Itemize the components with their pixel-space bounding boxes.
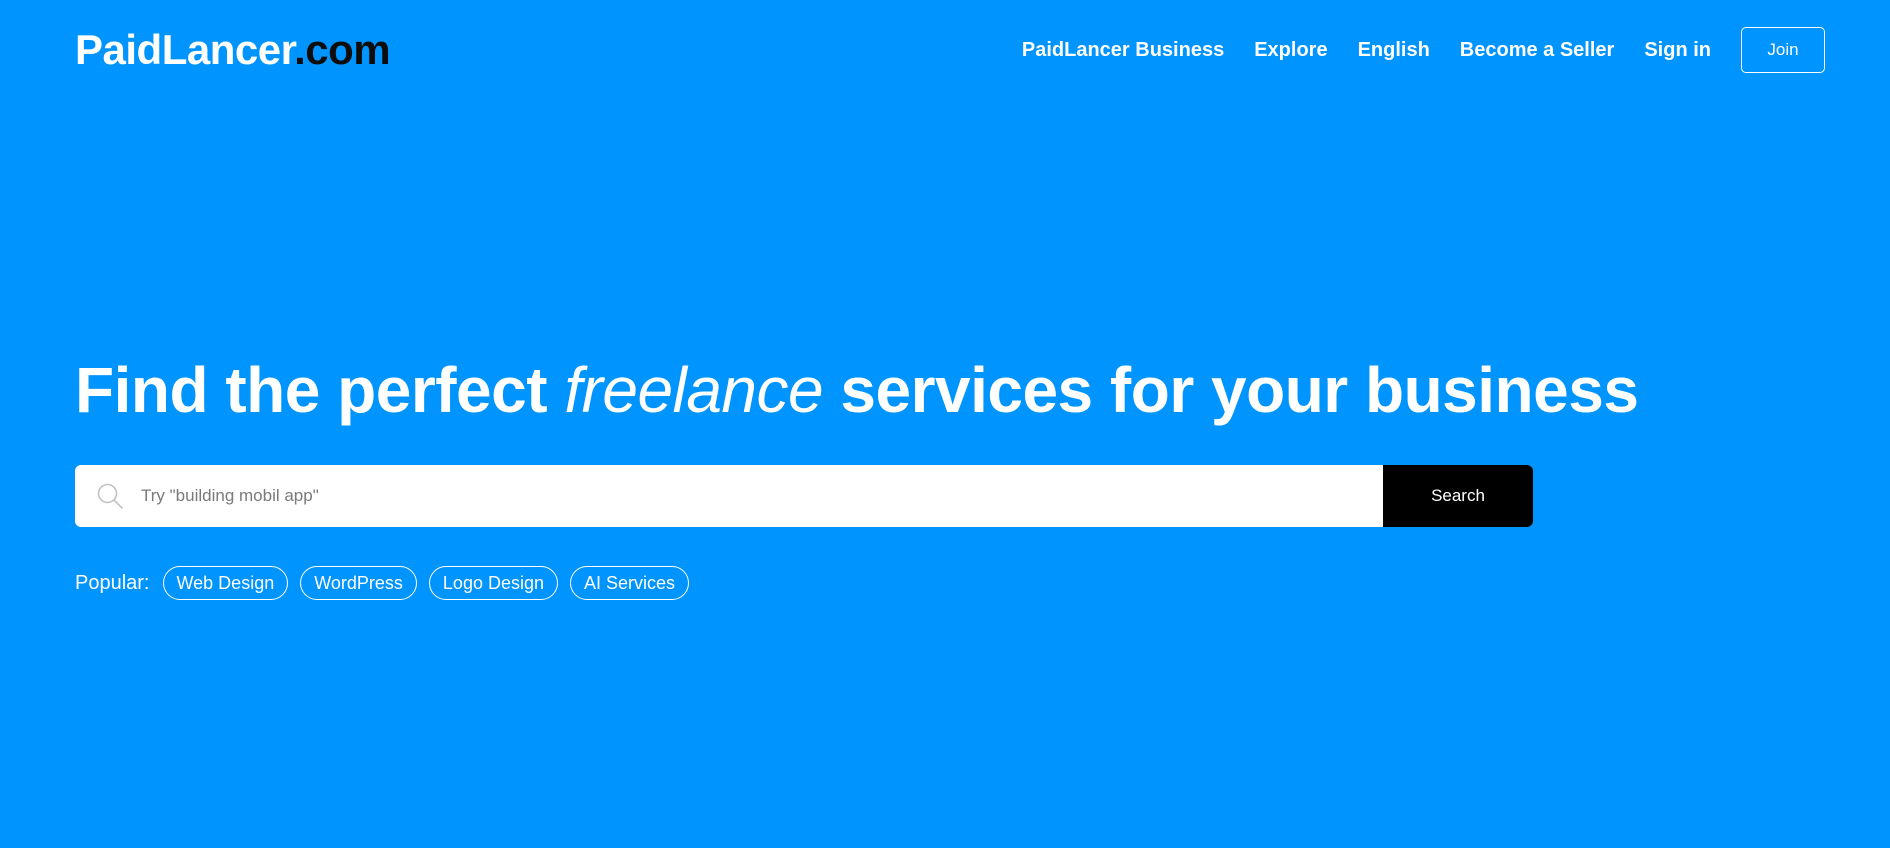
popular-tag-wordpress[interactable]: WordPress: [300, 566, 417, 600]
join-button[interactable]: Join: [1741, 27, 1825, 73]
hero-title-emphasis: freelance: [564, 354, 824, 426]
landing-page: PaidLancer.com PaidLancer Business Explo…: [0, 0, 1890, 848]
nav-link-sign-in[interactable]: Sign in: [1644, 39, 1711, 62]
search-input[interactable]: [141, 465, 1383, 527]
site-header: PaidLancer.com PaidLancer Business Explo…: [75, 26, 1825, 74]
search-button[interactable]: Search: [1383, 465, 1533, 527]
hero-title-after: services for your business: [823, 354, 1639, 426]
search-bar: Search: [75, 465, 1533, 527]
popular-label: Popular:: [75, 571, 150, 594]
nav-link-business[interactable]: PaidLancer Business: [1022, 39, 1224, 62]
popular-tag-web-design[interactable]: Web Design: [162, 566, 289, 600]
site-logo[interactable]: PaidLancer.com: [75, 26, 391, 74]
logo-tld: .com: [294, 26, 391, 73]
nav-link-language[interactable]: English: [1358, 39, 1430, 62]
hero-title-before: Find the perfect: [75, 354, 565, 426]
nav-link-become-seller[interactable]: Become a Seller: [1460, 39, 1615, 62]
nav-link-explore[interactable]: Explore: [1254, 39, 1327, 62]
popular-tag-logo-design[interactable]: Logo Design: [428, 566, 558, 600]
popular-tag-ai-services[interactable]: AI Services: [570, 566, 690, 600]
logo-name: PaidLancer: [75, 26, 295, 73]
hero-title: Find the perfect freelance services for …: [75, 352, 1639, 428]
search-icon: [75, 465, 141, 527]
popular-searches: Popular: Web Design WordPress Logo Desig…: [75, 565, 701, 601]
main-nav: PaidLancer Business Explore English Beco…: [1022, 27, 1825, 73]
